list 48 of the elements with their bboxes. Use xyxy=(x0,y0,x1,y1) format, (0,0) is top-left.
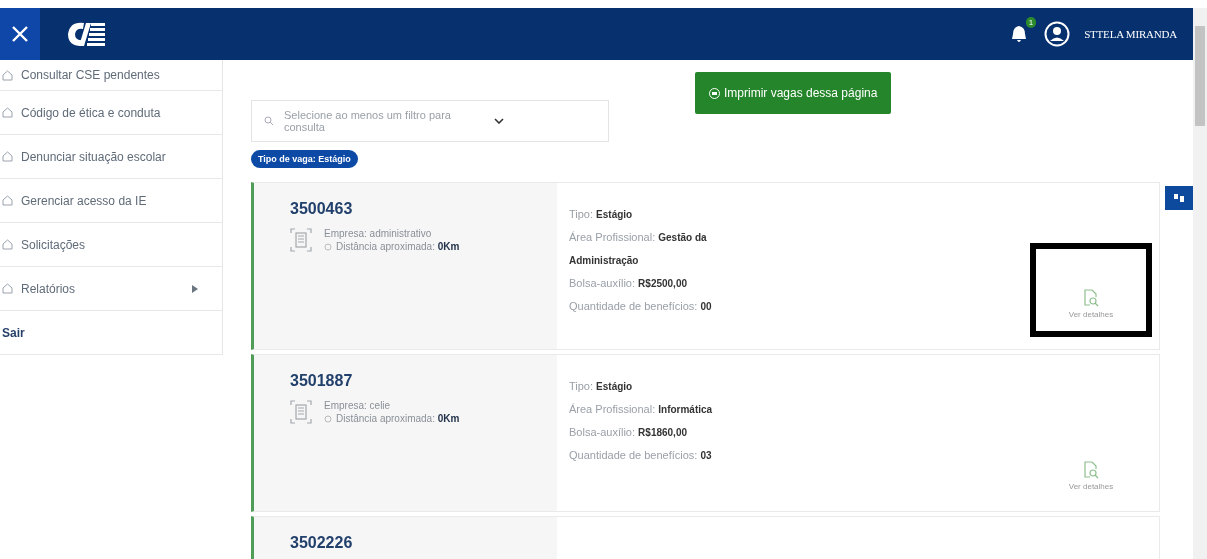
sidebar-item[interactable]: Gerenciar acesso da IE xyxy=(0,179,222,223)
details-link[interactable]: Ver detalhes xyxy=(1068,289,1114,319)
home-icon xyxy=(2,239,13,250)
home-icon xyxy=(2,283,13,294)
accessibility-icon xyxy=(1172,192,1186,204)
detail-line: Tipo: Estágio xyxy=(569,379,634,394)
building-icon xyxy=(290,400,312,424)
detail-line: Bolsa-auxílio: R$2500,00 xyxy=(569,276,689,291)
sidebar-item[interactable]: Código de ética e conduta xyxy=(0,91,222,135)
detail-line: Quantidade de benefícios: 03 xyxy=(569,448,713,463)
building-icon xyxy=(290,228,312,252)
document-search-icon xyxy=(1083,289,1099,307)
distance-text: Distância aproximada: 0Km xyxy=(336,413,460,424)
caret-icon xyxy=(192,284,198,293)
home-icon xyxy=(2,151,13,162)
vacancy-code[interactable]: 3501887 xyxy=(290,372,557,390)
distance-text: Distância aproximada: 0Km xyxy=(336,241,460,252)
detail-line: Área Profissional: Gestão da Administração xyxy=(569,230,708,268)
printer-icon xyxy=(709,87,720,99)
company-name: Empresa: administrativo xyxy=(324,228,433,239)
avatar-icon[interactable] xyxy=(1044,21,1071,47)
detail-line: Área Profissional: Informática xyxy=(569,402,714,417)
sidebar-item[interactable]: Solicitações xyxy=(0,223,222,267)
home-icon xyxy=(2,195,13,206)
sidebar-item[interactable]: Consultar CSE pendentes xyxy=(0,60,222,91)
sidebar-item[interactable]: Relatórios xyxy=(0,267,222,311)
close-button[interactable] xyxy=(0,8,40,60)
home-icon xyxy=(2,107,13,118)
bell-icon[interactable] xyxy=(1010,24,1029,44)
chevron-icon xyxy=(494,118,504,124)
scrollbar[interactable] xyxy=(1193,8,1207,559)
company-name: Empresa: celie xyxy=(324,400,392,411)
detail-line: Bolsa-auxílio: R$1860,00 xyxy=(569,425,689,440)
detail-line: Tipo: Estágio xyxy=(569,207,634,222)
document-search-icon xyxy=(1083,461,1099,479)
accessibility-button[interactable] xyxy=(1165,186,1193,210)
vacancy-code[interactable]: 3500463 xyxy=(290,200,557,218)
search-icon xyxy=(264,116,274,126)
notification-badge: 1 xyxy=(1025,17,1037,28)
details-link[interactable]: Ver detalhes xyxy=(1068,461,1114,491)
print-button[interactable]: Imprimir vagas dessa página xyxy=(695,72,892,114)
close-icon[interactable] xyxy=(10,24,30,44)
filter-chip[interactable]: Tipo de vaga: Estágio xyxy=(251,150,358,168)
detail-line: Quantidade de benefícios: 00 xyxy=(569,299,713,314)
home-icon xyxy=(2,69,13,81)
logout-link[interactable]: Sair xyxy=(0,311,222,355)
sidebar-item[interactable]: Denunciar situação escolar xyxy=(0,135,222,179)
user-name[interactable]: STTELA MIRANDA xyxy=(1084,28,1177,40)
